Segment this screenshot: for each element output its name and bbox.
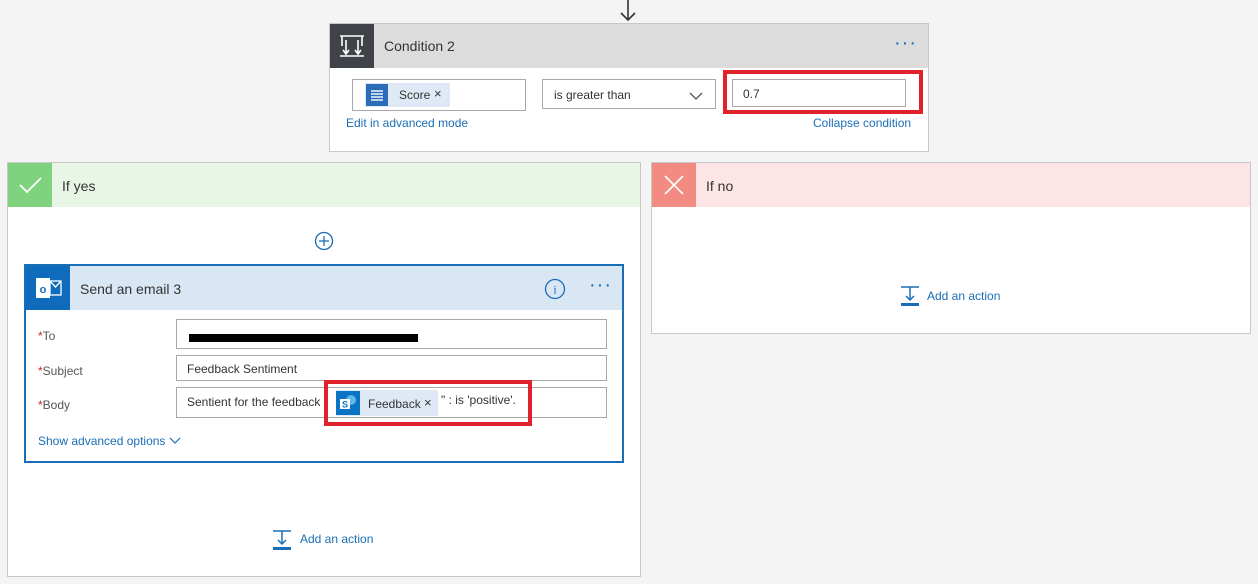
condition-title: Condition 2 <box>384 38 455 54</box>
body-suffix-text: " : is 'positive'. <box>441 393 516 407</box>
if-no-title: If no <box>706 178 734 194</box>
if-yes-title: If yes <box>62 178 96 194</box>
add-step-plus-icon[interactable] <box>314 231 334 256</box>
svg-text:S: S <box>342 400 348 410</box>
score-token-label: Score <box>399 88 431 102</box>
subject-field-label: *Subject <box>38 364 83 378</box>
body-input[interactable]: Sentient for the feedback S Feedback × "… <box>176 380 607 426</box>
chevron-down-icon <box>689 88 703 106</box>
send-email-card: o Send an email 3 i ··· *To *Subject Fee… <box>24 264 624 463</box>
text-lines-icon <box>366 84 388 106</box>
score-token[interactable]: Score × <box>365 83 450 107</box>
send-email-header[interactable]: o Send an email 3 i ··· <box>26 266 622 310</box>
body-field-label: *Body <box>38 398 71 412</box>
condition-value-input[interactable]: 0.7 <box>732 79 906 107</box>
redacted-email-address <box>189 334 418 342</box>
feedback-token-label: Feedback <box>368 397 421 411</box>
remove-token-icon[interactable]: × <box>424 395 432 410</box>
condition-left-operand-field[interactable]: Score × <box>352 79 526 111</box>
show-advanced-options-link[interactable]: Show advanced options <box>38 434 181 448</box>
condition-operator-select[interactable]: is greater than <box>542 79 716 109</box>
condition-header[interactable]: Condition 2 ··· <box>330 24 928 68</box>
svg-text:o: o <box>40 284 47 296</box>
send-email-title: Send an email 3 <box>80 281 182 297</box>
sharepoint-icon: S <box>336 391 360 415</box>
info-icon[interactable]: i <box>544 278 566 305</box>
to-field-label: *To <box>38 329 56 343</box>
if-yes-header: If yes <box>8 163 640 207</box>
if-no-branch: If no Add an action <box>651 162 1251 334</box>
if-no-header: If no <box>652 163 1250 207</box>
condition-icon <box>330 24 374 68</box>
operator-label: is greater than <box>554 88 631 102</box>
feedback-token[interactable]: S Feedback × <box>336 390 438 416</box>
add-action-icon[interactable] <box>899 285 921 312</box>
subject-value: Feedback Sentiment <box>187 362 298 376</box>
feedback-token-highlight-box: S Feedback × " : is 'positive'. <box>324 380 532 426</box>
condition-more-menu-icon[interactable]: ··· <box>894 33 917 53</box>
to-input[interactable] <box>176 319 607 349</box>
condition-card: Condition 2 ··· Score × is greater than … <box>329 23 929 152</box>
checkmark-icon <box>8 163 52 207</box>
add-action-icon[interactable] <box>271 529 293 556</box>
collapse-condition-link[interactable]: Collapse condition <box>813 116 911 130</box>
add-action-link[interactable]: Add an action <box>927 289 1000 303</box>
add-action-link[interactable]: Add an action <box>300 532 373 546</box>
subject-input[interactable]: Feedback Sentiment <box>176 355 607 381</box>
edit-advanced-mode-link[interactable]: Edit in advanced mode <box>346 116 468 130</box>
email-more-menu-icon[interactable]: ··· <box>589 275 612 295</box>
svg-text:i: i <box>553 283 557 297</box>
remove-token-icon[interactable]: × <box>434 86 442 101</box>
condition-value-text: 0.7 <box>743 87 760 101</box>
outlook-icon: o <box>26 266 70 310</box>
body-prefix-text: Sentient for the feedback <box>187 395 321 409</box>
close-x-icon <box>652 163 696 207</box>
chevron-down-icon <box>169 434 181 448</box>
if-yes-branch: If yes o Send an email 3 i ··· *To *Subj… <box>7 162 641 577</box>
